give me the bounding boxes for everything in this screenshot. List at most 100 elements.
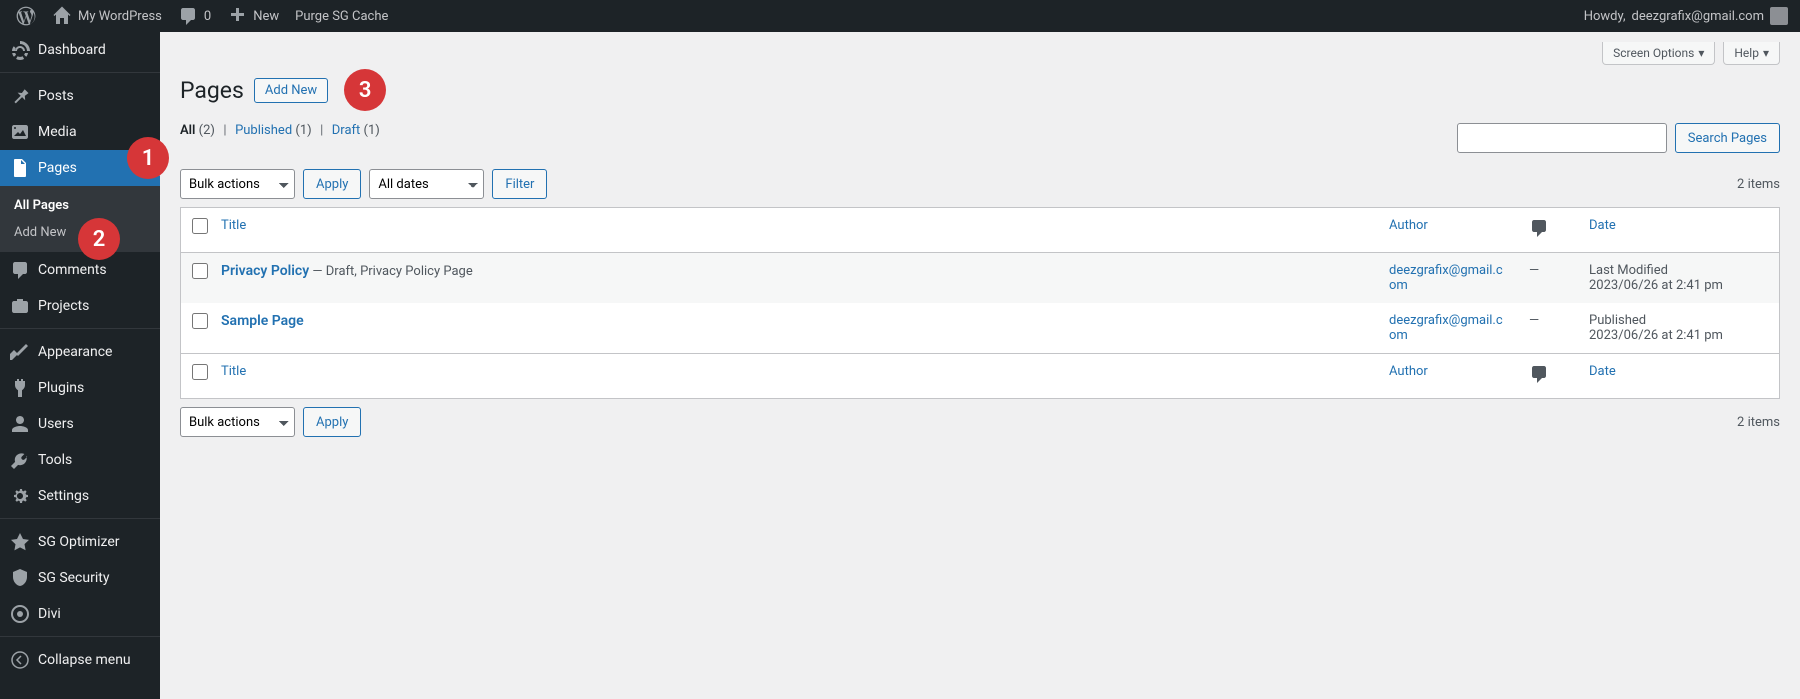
- row-title-suffix: — Draft, Privacy Policy Page: [309, 264, 473, 279]
- filter-button[interactable]: Filter: [492, 169, 547, 199]
- site-name-link[interactable]: My WordPress: [44, 0, 170, 32]
- column-author-footer: Author: [1379, 353, 1519, 398]
- comment-icon: [178, 6, 198, 26]
- collapse-icon: [10, 650, 30, 670]
- row-date-status: Last Modified: [1589, 263, 1769, 278]
- howdy-prefix: Howdy,: [1584, 9, 1626, 24]
- row-title-link[interactable]: Sample Page: [221, 313, 304, 329]
- new-label: New: [253, 9, 279, 24]
- column-comments-footer[interactable]: [1519, 353, 1579, 398]
- page-title: Pages: [180, 77, 244, 104]
- sidebar-item-divi[interactable]: Divi: [0, 596, 160, 632]
- bulk-apply-button-bottom[interactable]: Apply: [303, 407, 361, 437]
- column-author-header: Author: [1379, 208, 1519, 253]
- sidebar-item-users[interactable]: Users: [0, 406, 160, 442]
- sidebar-item-comments[interactable]: Comments: [0, 252, 160, 288]
- sidebar-label: SG Optimizer: [38, 534, 119, 550]
- appearance-icon: [10, 342, 30, 362]
- bulk-apply-button[interactable]: Apply: [303, 169, 361, 199]
- search-input[interactable]: [1457, 123, 1667, 153]
- status-filters: All (2) | Published (1) | Draft (1): [180, 123, 1457, 138]
- select-all-checkbox[interactable]: [192, 218, 208, 234]
- sidebar-item-appearance[interactable]: Appearance: [0, 334, 160, 370]
- settings-icon: [10, 486, 30, 506]
- sidebar-item-plugins[interactable]: Plugins: [0, 370, 160, 406]
- sidebar-subitem-all-pages[interactable]: All Pages: [0, 192, 160, 219]
- new-content-link[interactable]: New: [219, 0, 287, 32]
- purge-cache-link[interactable]: Purge SG Cache: [287, 0, 396, 32]
- sidebar-subitem-add-new[interactable]: Add New: [0, 219, 160, 246]
- items-count-bottom: 2 items: [1737, 415, 1780, 430]
- shield-icon: [10, 568, 30, 588]
- filter-published[interactable]: Published (1): [235, 123, 312, 138]
- column-date-footer[interactable]: Date: [1579, 353, 1779, 398]
- table-row: Privacy Policy — Draft, Privacy Policy P…: [181, 253, 1779, 303]
- sidebar-item-projects[interactable]: Projects: [0, 288, 160, 324]
- sidebar-collapse[interactable]: Collapse menu: [0, 642, 160, 678]
- column-comments-header[interactable]: [1519, 208, 1579, 253]
- sidebar-label: Dashboard: [38, 42, 106, 58]
- sidebar-label: Posts: [38, 88, 74, 104]
- main-content: Screen Options ▾ Help ▾ Pages Add New 3 …: [160, 32, 1800, 699]
- sidebar-label: Divi: [38, 606, 61, 622]
- dashboard-icon: [10, 40, 30, 60]
- sidebar-item-posts[interactable]: Posts: [0, 78, 160, 114]
- row-title-link[interactable]: Privacy Policy: [221, 263, 309, 279]
- bulk-actions-select-bottom[interactable]: Bulk actions: [180, 407, 295, 437]
- comment-bubble-icon: [1529, 364, 1549, 384]
- sidebar-item-sg-security[interactable]: SG Security: [0, 560, 160, 596]
- row-date-status: Published: [1589, 313, 1769, 328]
- sidebar-item-settings[interactable]: Settings: [0, 478, 160, 514]
- divi-icon: [10, 604, 30, 624]
- sidebar-item-media[interactable]: Media: [0, 114, 160, 150]
- filter-all[interactable]: All (2): [180, 123, 215, 138]
- pages-table: Title Author Date Privacy Policy — Draft…: [180, 207, 1780, 399]
- bulk-actions-select[interactable]: Bulk actions: [180, 169, 295, 199]
- column-date-header[interactable]: Date: [1579, 208, 1779, 253]
- row-date-value: 2023/06/26 at 2:41 pm: [1589, 328, 1769, 343]
- tools-icon: [10, 450, 30, 470]
- sidebar-item-tools[interactable]: Tools: [0, 442, 160, 478]
- date-filter-select[interactable]: All dates: [369, 169, 484, 199]
- plugins-icon: [10, 378, 30, 398]
- sidebar-label: SG Security: [38, 570, 109, 586]
- sidebar-label: Users: [38, 416, 74, 432]
- my-account-link[interactable]: Howdy, deezgrafix@gmail.com: [1576, 0, 1792, 32]
- plus-icon: [227, 6, 247, 26]
- sidebar-label: Collapse menu: [38, 652, 131, 668]
- comment-bubble-icon: [1529, 218, 1549, 238]
- add-new-button[interactable]: Add New: [254, 78, 328, 103]
- select-all-checkbox-bottom[interactable]: [192, 364, 208, 380]
- row-checkbox[interactable]: [192, 313, 208, 329]
- items-count: 2 items: [1737, 177, 1780, 192]
- column-title-footer[interactable]: Title: [211, 353, 1379, 398]
- sidebar-item-pages[interactable]: Pages: [0, 150, 160, 186]
- screen-options-button[interactable]: Screen Options ▾: [1602, 42, 1715, 65]
- sidebar-label: Settings: [38, 488, 89, 504]
- sidebar-item-dashboard[interactable]: Dashboard: [0, 32, 160, 68]
- annotation-bubble-3: 3: [344, 69, 386, 111]
- sidebar-item-sg-optimizer[interactable]: SG Optimizer: [0, 524, 160, 560]
- wordpress-icon: [16, 6, 36, 26]
- row-checkbox[interactable]: [192, 263, 208, 279]
- admin-sidebar: 1 2 Dashboard Posts Media Pages All Page…: [0, 32, 160, 699]
- row-date-value: 2023/06/26 at 2:41 pm: [1589, 278, 1769, 293]
- sidebar-label: Comments: [38, 262, 107, 278]
- sidebar-label: Media: [38, 124, 77, 140]
- wp-logo-menu[interactable]: [8, 0, 44, 32]
- rocket-icon: [10, 532, 30, 552]
- help-button[interactable]: Help ▾: [1723, 42, 1780, 65]
- row-author-link[interactable]: deezgrafix@gmail.com: [1389, 263, 1503, 293]
- sidebar-label: Projects: [38, 298, 89, 314]
- caret-down-icon: ▾: [1763, 46, 1769, 60]
- column-title-header[interactable]: Title: [211, 208, 1379, 253]
- filter-draft[interactable]: Draft (1): [332, 123, 380, 138]
- row-author-link[interactable]: deezgrafix@gmail.com: [1389, 313, 1503, 343]
- site-name-label: My WordPress: [78, 9, 162, 24]
- page-icon: [10, 158, 30, 178]
- sidebar-label: Pages: [38, 160, 77, 176]
- comments-link[interactable]: 0: [170, 0, 219, 32]
- home-icon: [52, 6, 72, 26]
- search-button[interactable]: Search Pages: [1675, 123, 1780, 153]
- portfolio-icon: [10, 296, 30, 316]
